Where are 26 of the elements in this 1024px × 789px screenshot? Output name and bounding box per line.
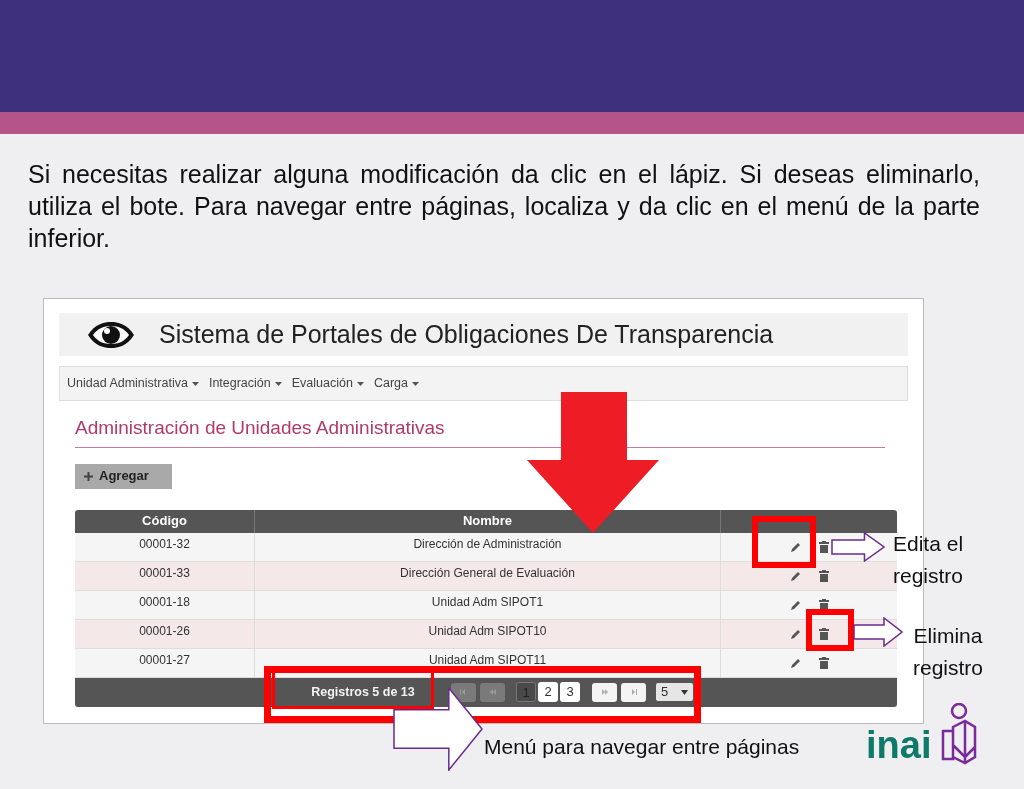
table-cell: Dirección de Administración bbox=[254, 532, 720, 561]
menu-item[interactable]: Carga bbox=[373, 374, 419, 393]
table-cell-text: 00001-27 bbox=[138, 652, 191, 669]
table-cell-text: 00001-26 bbox=[138, 623, 191, 640]
menu-item[interactable]: Integración bbox=[208, 374, 282, 393]
page-size-select[interactable]: 5 bbox=[656, 683, 693, 701]
page-button[interactable]: 2 bbox=[538, 682, 558, 702]
menu-item[interactable]: Unidad Administrativa bbox=[67, 374, 199, 393]
table-cell: Unidad Adm SIPOT11 bbox=[254, 648, 720, 677]
logo-wordmark: inai bbox=[866, 725, 932, 765]
callout-text: Menú para navegar entre páginas bbox=[484, 734, 800, 760]
app-title: Sistema de Portales de Obligaciones De Transparencia bbox=[159, 318, 774, 350]
page-button[interactable]: 3 bbox=[560, 682, 580, 702]
add-button[interactable]: Agregar bbox=[75, 463, 172, 489]
callout-text: Edita el registro bbox=[893, 531, 965, 589]
menu-item[interactable]: Evaluación bbox=[291, 374, 364, 393]
table-cell-text: 00001-32 bbox=[138, 536, 191, 553]
records-count: Registros 5 de 13 bbox=[310, 683, 416, 701]
callout-text: Elimina registro bbox=[912, 623, 984, 681]
column-header: Código bbox=[141, 512, 188, 531]
table-cell-text: 00001-18 bbox=[138, 594, 191, 611]
table-cell-text: 00001-33 bbox=[138, 565, 191, 582]
table-cell: Unidad Adm SIPOT1 bbox=[254, 590, 720, 619]
table-cell: Dirección General de Evaluación bbox=[254, 561, 720, 590]
table-cell: Unidad Adm SIPOT10 bbox=[254, 619, 720, 648]
instructions-text: Si necesitas realizar alguna modificación da clic en el lápiz. Si deseas eliminarlo, utiliza el bote. Para navegar entre páginas, localiza y da clic en el menú de la parte inferior. bbox=[28, 159, 980, 254]
